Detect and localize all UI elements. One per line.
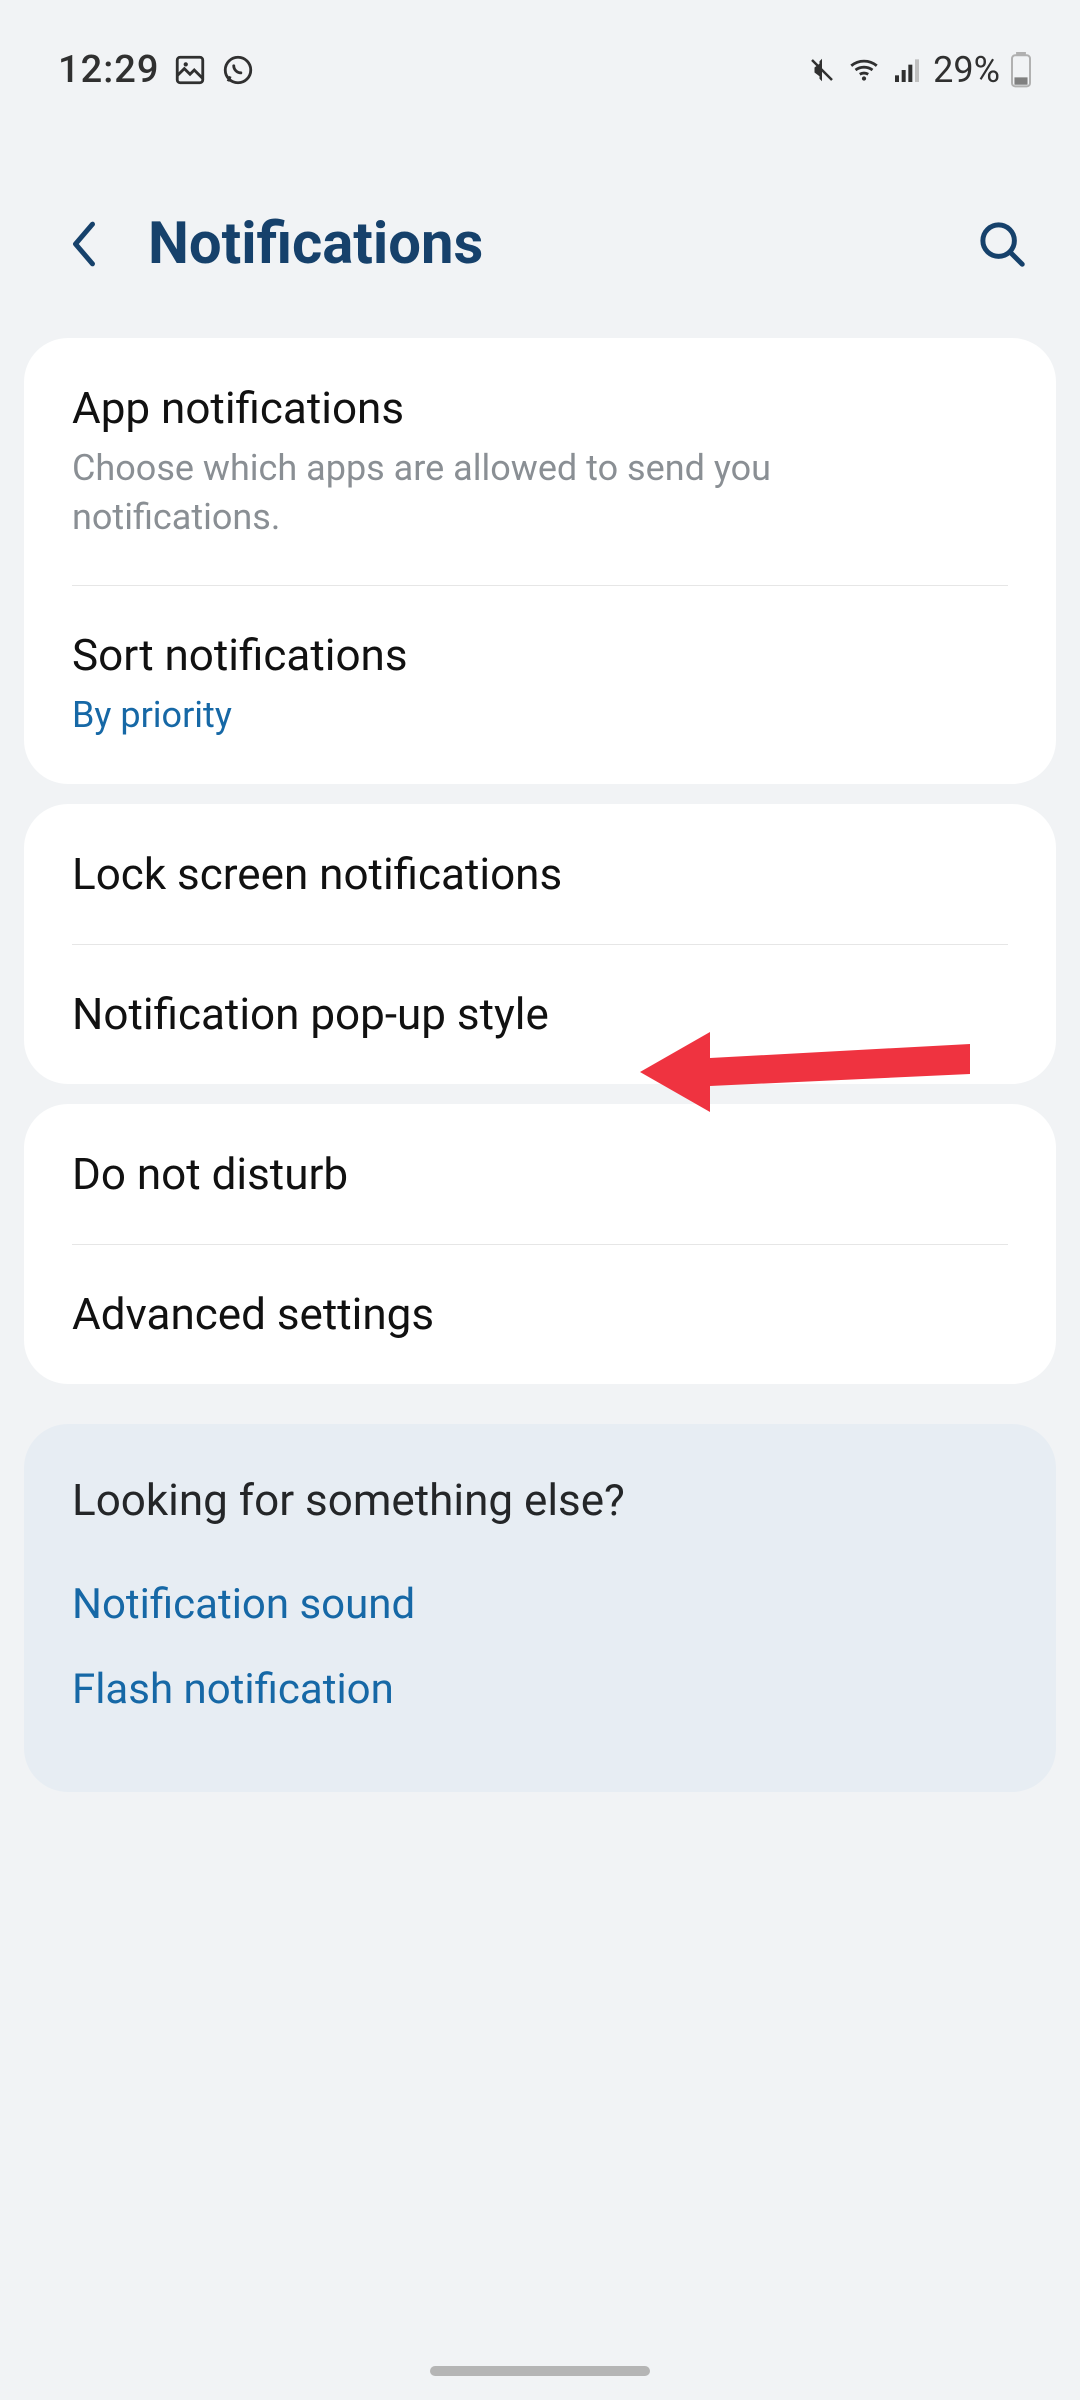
signal-icon <box>891 54 923 86</box>
battery-icon <box>1010 52 1032 88</box>
row-subtitle: By priority <box>72 691 952 740</box>
status-right: 29% <box>807 49 1032 91</box>
suggestions-heading: Looking for something else? <box>72 1474 1008 1526</box>
back-button[interactable] <box>60 220 108 268</box>
row-lock-screen-notifications[interactable]: Lock screen notifications <box>24 804 1056 944</box>
mute-icon <box>807 55 837 85</box>
search-button[interactable] <box>972 214 1032 274</box>
row-sort-notifications[interactable]: Sort notifications By priority <box>24 585 1056 784</box>
row-do-not-disturb[interactable]: Do not disturb <box>24 1104 1056 1244</box>
battery-text: 29% <box>933 49 1000 91</box>
row-advanced-settings[interactable]: Advanced settings <box>24 1244 1056 1384</box>
settings-group-1: App notifications Choose which apps are … <box>24 338 1056 784</box>
row-title: Notification pop-up style <box>72 988 1008 1040</box>
row-title: Do not disturb <box>72 1148 1008 1200</box>
suggestion-link-flash-notification[interactable]: Flash notification <box>72 1647 1008 1732</box>
row-notification-popup-style[interactable]: Notification pop-up style <box>24 944 1056 1084</box>
suggestions-card: Looking for something else? Notification… <box>24 1424 1056 1792</box>
row-title: Advanced settings <box>72 1288 1008 1340</box>
row-title: Sort notifications <box>72 629 1008 681</box>
gallery-icon <box>173 53 207 87</box>
status-bar: 12:29 <box>0 0 1080 110</box>
wifi-icon <box>847 53 881 87</box>
settings-group-2: Lock screen notifications Notification p… <box>24 804 1056 1084</box>
row-app-notifications[interactable]: App notifications Choose which apps are … <box>24 338 1056 585</box>
settings-group-3: Do not disturb Advanced settings <box>24 1104 1056 1384</box>
chevron-left-icon <box>67 218 101 270</box>
suggestion-link-notification-sound[interactable]: Notification sound <box>72 1562 1008 1647</box>
whatsapp-icon <box>221 53 255 87</box>
home-indicator[interactable] <box>430 2366 650 2376</box>
page-header: Notifications <box>0 110 1080 318</box>
row-subtitle: Choose which apps are allowed to send yo… <box>72 444 952 541</box>
row-title: App notifications <box>72 382 1008 434</box>
status-time: 12:29 <box>58 48 159 92</box>
search-icon <box>975 217 1029 271</box>
page-title: Notifications <box>148 210 932 278</box>
status-left: 12:29 <box>58 48 255 92</box>
row-title: Lock screen notifications <box>72 848 1008 900</box>
